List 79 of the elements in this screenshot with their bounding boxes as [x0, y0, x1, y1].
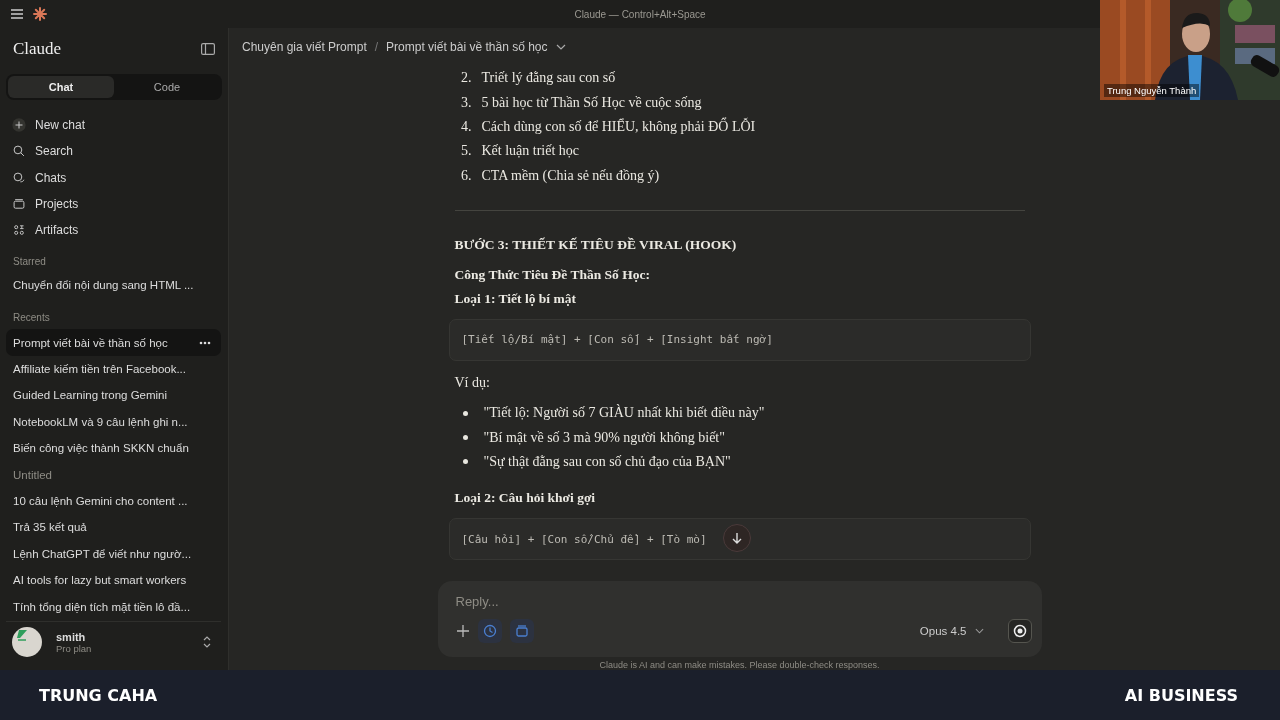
breadcrumb-separator: / [374, 40, 379, 54]
box-icon [514, 624, 529, 638]
clock-button[interactable] [477, 619, 502, 643]
reply-box[interactable]: Reply... Opus 4.5 [437, 581, 1042, 657]
nav-item[interactable]: Chats [35, 170, 67, 185]
conversation-item[interactable]: Affiliate kiếm tiền trên Facebook... [6, 355, 221, 383]
bullet-icon [462, 435, 468, 441]
channel-tagline: AI BUSINESS [1124, 685, 1238, 705]
conversation-item[interactable]: Tính tổng diện tích mặt tiền lô đầ... [6, 593, 221, 620]
list-item: Triết lý đằng sau con số [481, 70, 616, 87]
folder-icon [12, 197, 26, 212]
user-name: smith [56, 630, 87, 643]
list-number: 4. [460, 118, 472, 135]
conversation-item[interactable]: AI tools for lazy but smart workers [6, 567, 221, 594]
list-number: 6. [460, 167, 472, 184]
list-item: "Tiết lộ: Người số 7 GIÀU nhất khi biết điều này" [483, 405, 765, 422]
record-icon [1012, 624, 1027, 638]
conversation-item[interactable]: Untitled [6, 461, 221, 488]
plus-icon[interactable] [455, 624, 470, 638]
arrow-down-icon [730, 532, 743, 545]
section-label: Recents [12, 311, 51, 326]
nav-item[interactable]: Artifacts [35, 223, 79, 238]
subheading: Loại 2: Câu hỏi khơi gợi [454, 490, 597, 507]
conversation-item[interactable]: NotebookLM và 9 câu lệnh ghi n... [6, 408, 221, 436]
chevron-down-icon[interactable] [974, 628, 984, 634]
section-heading: BƯỚC 3: THIẾT KẾ TIÊU ĐỀ VIRAL (HOOK) [454, 236, 738, 253]
nav-item[interactable]: New chat [35, 118, 86, 133]
list-number: 2. [460, 70, 472, 87]
expand-icon[interactable] [203, 636, 211, 648]
mode-tab[interactable]: Chat [8, 76, 114, 98]
breadcrumb-link[interactable]: Prompt viết bài về thần số học [386, 40, 548, 54]
shapes-icon [12, 223, 26, 238]
section-label: Starred [12, 255, 47, 270]
subheading: Công Thức Tiêu Đề Thần Số Học: [454, 266, 651, 283]
paragraph: Ví dụ: [454, 374, 491, 391]
conversation-item[interactable]: Biến công việc thành SKKN chuẩn [6, 435, 221, 462]
list-number: 3. [460, 94, 472, 111]
list-item: 5 bài học từ Thần Số Học về cuộc sống [481, 94, 702, 111]
conversation-item[interactable]: 10 câu lệnh Gemini cho content ... [6, 487, 221, 515]
mode-tab[interactable]: Code [114, 76, 220, 98]
bullet-icon [462, 459, 468, 465]
plus-icon [12, 118, 26, 133]
participant-name: Trung Nguyễn Thành [1104, 84, 1200, 97]
list-item: "Bí mật về số 3 mà 90% người không biết" [483, 429, 725, 446]
subheading: Loại 1: Tiết lộ bí mật [454, 290, 577, 307]
bullet-icon [462, 410, 468, 416]
model-selector[interactable]: Opus 4.5 [919, 625, 967, 637]
list-item: Kết luận triết học [481, 143, 580, 160]
code-text: [Tiết lộ/Bí mật] + [Con số] + [Insight bất ngờ] [461, 333, 773, 347]
avatar-icon [12, 627, 42, 657]
disclaimer: Claude is AI and can make mistakes. Please double-check responses. [599, 660, 880, 670]
chat-bubbles-icon [12, 170, 26, 185]
list-number: 5. [460, 143, 472, 160]
brand-name: Claude [13, 39, 62, 59]
user-plan: Pro plan [56, 642, 93, 654]
nav-item[interactable]: Projects [35, 197, 79, 212]
list-item: CTA mềm (Chia sẻ nếu đồng ý) [481, 167, 660, 184]
record-button[interactable] [1007, 619, 1032, 643]
conversation-item[interactable]: Lệnh ChatGPT để viết như ngườ... [6, 540, 221, 567]
sidebar-toggle-icon[interactable] [201, 43, 215, 55]
window-title: Claude — Control+Alt+Space [574, 8, 706, 20]
conversation-item[interactable]: Trả 35 kết quả [6, 514, 221, 541]
search-icon [12, 144, 26, 159]
more-icon[interactable] [199, 340, 211, 345]
conversation-item[interactable]: Chuyển đổi nội dung sang HTML ... [6, 273, 221, 300]
logo-icon [33, 7, 47, 21]
code-text: [Câu hỏi] + [Con số/Chủ đề] + [Tò mò] [461, 532, 707, 546]
list-item: "Sự thật đằng sau con số chủ đạo của BẠN" [483, 453, 731, 470]
box-button[interactable] [509, 619, 534, 643]
conversation-item[interactable]: Guided Learning trong Gemini [6, 382, 221, 409]
chevron-down-icon[interactable] [555, 44, 566, 50]
menu-icon[interactable] [11, 9, 23, 19]
nav-item[interactable]: Search [35, 144, 74, 159]
breadcrumb-link[interactable]: Chuyên gia viết Prompt [242, 40, 367, 54]
list-item: Cách dùng con số để HIỂU, không phải ĐỔ LỖI [481, 118, 756, 135]
scroll-down-button[interactable] [722, 524, 751, 553]
channel-name: TRUNG CAHA [39, 685, 158, 705]
conversation-item[interactable]: Prompt viết bài về thần số học [6, 329, 221, 356]
clock-icon [482, 624, 497, 638]
